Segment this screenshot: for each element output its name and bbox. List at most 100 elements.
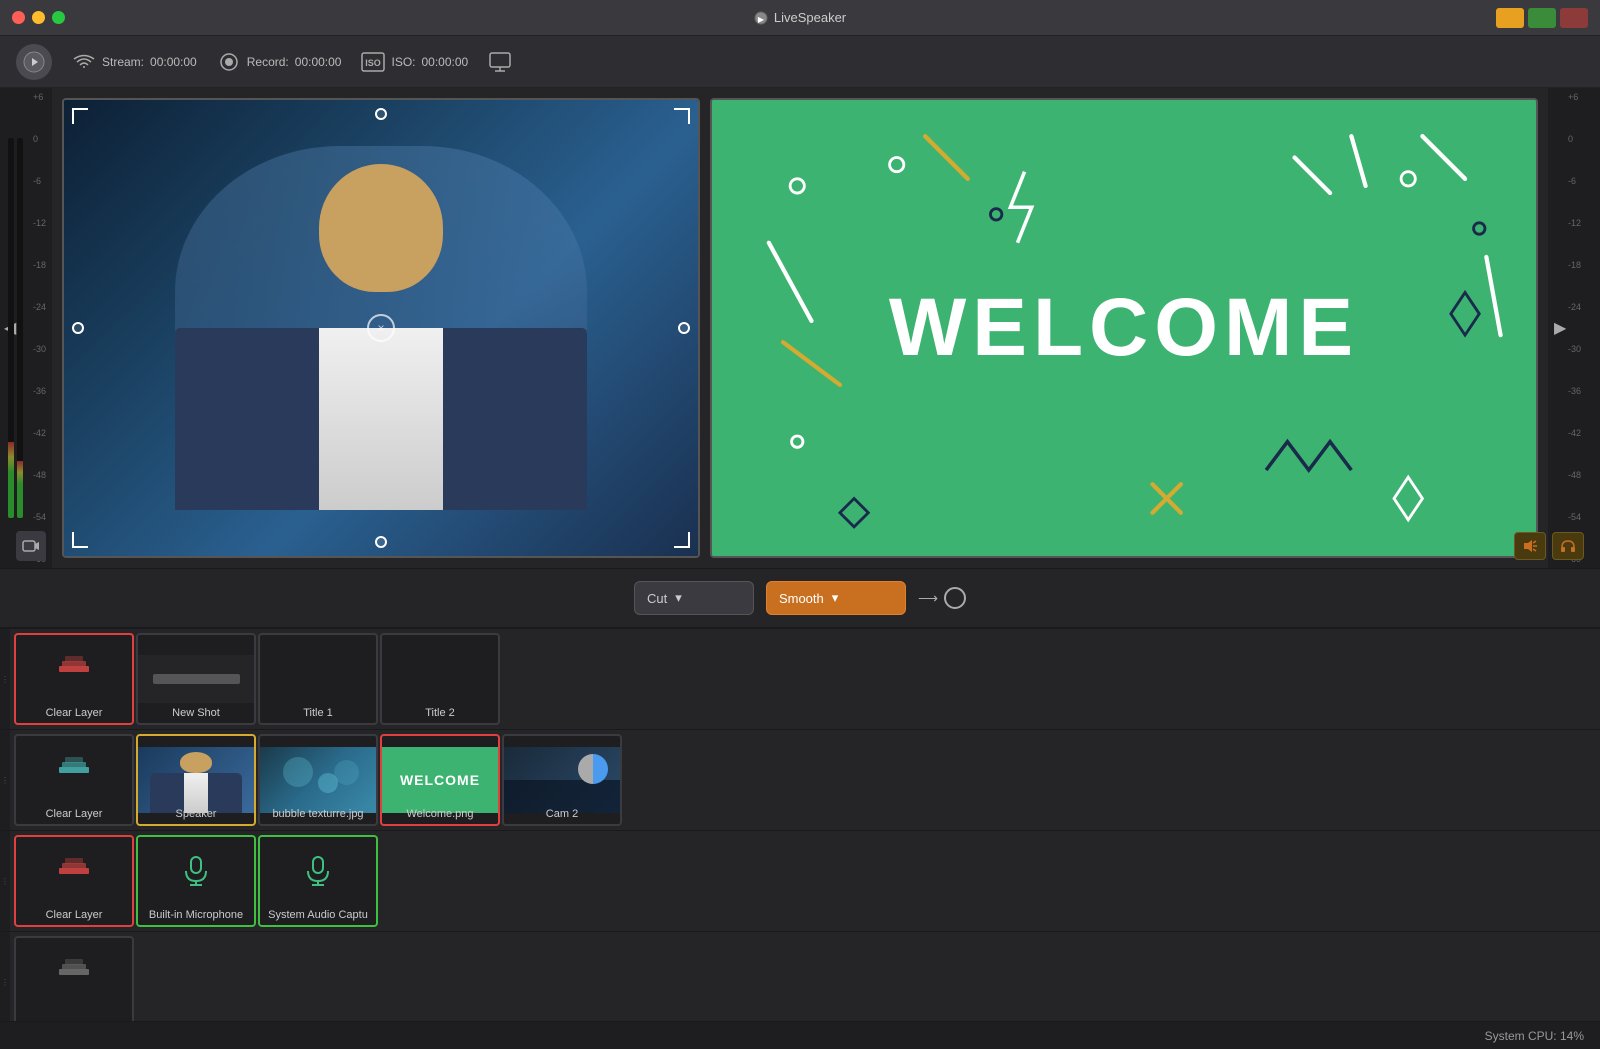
vu-meter-left: ◀ +60-6-12-18 -24-30-36-42-48 -54-60 (0, 88, 52, 568)
layer-cell-sysaudio-label: System Audio Captu (260, 909, 376, 921)
close-button[interactable] (12, 11, 25, 24)
display-icon (488, 50, 512, 74)
layer-cell-bubble[interactable]: bubble texturre.jpg (258, 734, 378, 826)
layer-cell-clear-3[interactable]: Clear Layer (14, 835, 134, 927)
app-logo[interactable] (16, 44, 52, 80)
layer-cell-clear-1-label: Clear Layer (16, 707, 132, 719)
layer-3-cells: Clear Layer Built-in Microphone System A… (10, 831, 1600, 931)
iso-label: ISO: (391, 55, 415, 69)
go-arrow-icon: ⟶ (918, 590, 938, 607)
svg-text:▶: ▶ (758, 15, 765, 24)
layer-cell-clear-2-label: Clear Layer (16, 808, 132, 820)
app-icon: ▶ (754, 11, 768, 25)
maximize-button[interactable] (52, 11, 65, 24)
layer-4-drag-handle[interactable]: ⋮ (0, 932, 10, 1032)
drag-dots-4-icon: ⋮ (1, 978, 9, 987)
status-bar: System CPU: 14% (0, 1021, 1600, 1049)
traffic-lights (12, 11, 65, 24)
stream-indicator: Stream: 00:00:00 (72, 50, 197, 74)
layer-3-drag-handle[interactable]: ⋮ (0, 831, 10, 931)
title-bar: ▶ LiveSpeaker (0, 0, 1600, 36)
layer-cell-welcome[interactable]: WELCOME Welcome.png (380, 734, 500, 826)
cut-chevron-icon: ▾ (675, 590, 682, 606)
layer-cell-title2-label: Title 2 (382, 707, 498, 719)
toolbar: Stream: 00:00:00 Record: 00:00:00 ISO IS… (0, 36, 1600, 88)
layer-row-3: ⋮ Clear Layer Built-in Microphone (0, 830, 1600, 931)
wc-green-button[interactable] (1528, 8, 1556, 28)
layer-cell-bubble-label: bubble texturre.jpg (260, 808, 376, 820)
go-circle-icon (944, 587, 966, 609)
window-controls (1496, 8, 1588, 28)
drag-dots-3-icon: ⋮ (1, 877, 9, 886)
layers-area: ⋮ Clear Layer New Shot Title 1 (0, 628, 1600, 1032)
logo-icon (23, 51, 45, 73)
smooth-label: Smooth (779, 591, 824, 606)
layer-cell-clear-2[interactable]: Clear Layer (14, 734, 134, 826)
welcome-text: WELCOME (889, 281, 1359, 375)
layer-cell-clear-3-label: Clear Layer (16, 909, 132, 921)
layer-cell-cam2-label: Cam 2 (504, 808, 620, 820)
layer-cell-title1-label: Title 1 (260, 707, 376, 719)
layer-cell-speaker[interactable]: Speaker (136, 734, 256, 826)
status-cpu-value: 14% (1560, 1029, 1584, 1043)
microphone-icon (182, 855, 210, 892)
vu-scale-right: +60-6-12-18 -24-30-36-42-48 -54-60 (1568, 88, 1581, 568)
preview-panel-right[interactable]: WELCOME (710, 98, 1538, 558)
cut-label: Cut (647, 591, 667, 606)
iso-indicator: ISO ISO: 00:00:00 (361, 50, 468, 74)
iso-time: 00:00:00 (422, 55, 469, 69)
video-preview-area: × (52, 88, 1548, 568)
layers-2-icon (59, 757, 89, 788)
layer-cell-cam2[interactable]: Cam 2 (502, 734, 622, 826)
layer-cell-clear-1[interactable]: Clear Layer (14, 633, 134, 725)
main-preview-area: ◀ +60-6-12-18 -24-30-36-42-48 -54-60 (0, 88, 1600, 568)
layer-cell-title2[interactable]: Title 2 (380, 633, 500, 725)
record-label: Record: (247, 55, 289, 69)
app-name-label: LiveSpeaker (774, 10, 846, 25)
layer-cell-builtin-mic-label: Built-in Microphone (138, 909, 254, 921)
preview-panel-left[interactable]: × (62, 98, 700, 558)
iso-icon: ISO (361, 50, 385, 74)
transition-bar: Cut ▾ Smooth ▾ ⟶ (0, 568, 1600, 628)
vu-scale-left: +60-6-12-18 -24-30-36-42-48 -54-60 (33, 88, 46, 568)
layer-row-4: ⋮ (0, 931, 1600, 1032)
go-transition[interactable]: ⟶ (918, 587, 966, 609)
layers-3-icon (59, 858, 89, 889)
system-audio-icon (304, 855, 332, 892)
layers-4-icon (59, 959, 89, 990)
smooth-dropdown[interactable]: Smooth ▾ (766, 581, 906, 615)
wc-orange-button[interactable] (1496, 8, 1524, 28)
record-time: 00:00:00 (295, 55, 342, 69)
minimize-button[interactable] (32, 11, 45, 24)
layer-2-drag-handle[interactable]: ⋮ (0, 730, 10, 830)
record-indicator[interactable]: Record: 00:00:00 (217, 50, 342, 74)
layer-cell-speaker-label: Speaker (138, 808, 254, 820)
drag-dots-2-icon: ⋮ (1, 776, 9, 785)
layer-1-cells: Clear Layer New Shot Title 1 Title 2 (10, 629, 1600, 729)
wifi-icon (72, 50, 96, 74)
layer-cell-builtin-mic[interactable]: Built-in Microphone (136, 835, 256, 927)
camera-settings-icon[interactable] (16, 531, 46, 561)
layer-cell-empty-4[interactable] (14, 936, 134, 1028)
layer-cell-sysaudio[interactable]: System Audio Captu (258, 835, 378, 927)
cut-dropdown[interactable]: Cut ▾ (634, 581, 754, 615)
layer-cell-newshot[interactable]: New Shot (136, 633, 256, 725)
display-icon-item[interactable] (488, 50, 512, 74)
drag-dots-icon: ⋮ (1, 675, 9, 684)
layer-2-cells: Clear Layer Speaker bubble te (10, 730, 1600, 830)
smooth-chevron-icon: ▾ (832, 590, 839, 606)
layer-cell-newshot-label: New Shot (138, 707, 254, 719)
vu-meter-right: ▶ +60-6-12-18 -24-30-36-42-48 -54-60 (1548, 88, 1600, 568)
layer-4-cells (10, 932, 1600, 1032)
layer-cell-title1[interactable]: Title 1 (258, 633, 378, 725)
wc-red-button[interactable] (1560, 8, 1588, 28)
layer-row-2: ⋮ Clear Layer Speaker (0, 729, 1600, 830)
stream-time: 00:00:00 (150, 55, 197, 69)
status-cpu-label: System CPU: (1485, 1029, 1557, 1043)
stream-label: Stream: (102, 55, 144, 69)
layer-1-drag-handle[interactable]: ⋮ (0, 629, 10, 729)
record-icon (217, 50, 241, 74)
layer-row-1: ⋮ Clear Layer New Shot Title 1 (0, 628, 1600, 729)
headphone-monitor-button[interactable] (1552, 532, 1584, 560)
vu-collapse-right[interactable]: ▶ (1554, 318, 1566, 338)
